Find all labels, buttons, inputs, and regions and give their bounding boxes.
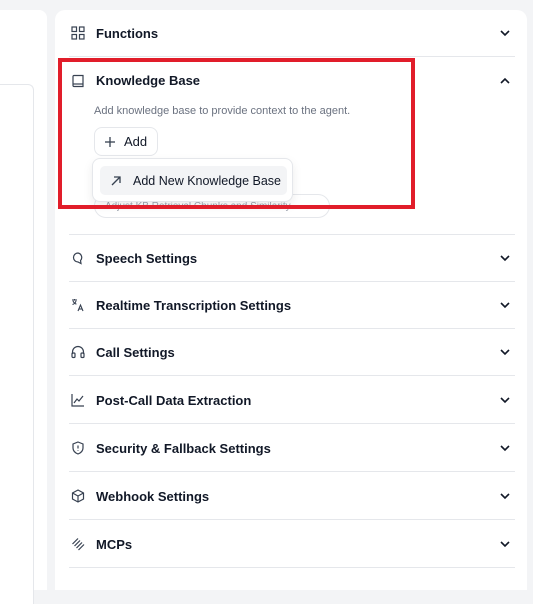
menu-item-label: Add New Knowledge Base	[133, 173, 282, 188]
section-post-call-data-extraction[interactable]: Post-Call Data Extraction	[69, 377, 515, 424]
translate-icon	[70, 297, 86, 313]
section-mcps[interactable]: MCPs	[69, 521, 515, 568]
section-label: Webhook Settings	[96, 488, 210, 504]
chevron-down-icon[interactable]	[497, 536, 513, 552]
section-label: Speech Settings	[96, 250, 198, 266]
section-speech-settings[interactable]: Speech Settings	[69, 235, 515, 282]
section-label: Realtime Transcription Settings	[96, 297, 292, 313]
chevron-up-icon[interactable]	[497, 73, 513, 89]
headphones-icon	[70, 344, 86, 360]
menu-item-add-new-knowledge-base[interactable]: Add New Knowledge Base	[100, 166, 287, 195]
grid-icon	[70, 25, 86, 41]
section-label: Functions	[96, 25, 159, 41]
section-label: Knowledge Base	[96, 73, 201, 88]
section-webhook-settings[interactable]: Webhook Settings	[69, 473, 515, 520]
book-icon	[70, 73, 86, 89]
mcp-icon	[70, 536, 86, 552]
section-label: Post-Call Data Extraction	[96, 392, 252, 408]
section-knowledge-base[interactable]: Knowledge Base	[69, 57, 515, 104]
chevron-down-icon[interactable]	[497, 488, 513, 504]
chevron-down-icon[interactable]	[497, 392, 513, 408]
chevron-down-icon[interactable]	[497, 25, 513, 41]
arrow-up-right-icon	[110, 175, 122, 187]
kb-retrieval-chip-label: Adjust KB Retrieval Chunks and Similarit…	[105, 201, 291, 212]
cube-icon	[70, 488, 86, 504]
shield-icon	[70, 440, 86, 456]
knowledge-base-description: Add knowledge base to provide context to…	[94, 105, 351, 117]
section-call-settings[interactable]: Call Settings	[69, 329, 515, 376]
section-label: MCPs	[96, 536, 133, 552]
left-panel	[0, 10, 47, 604]
chevron-down-icon[interactable]	[497, 344, 513, 360]
section-label: Security & Fallback Settings	[96, 440, 271, 456]
chevron-down-icon[interactable]	[497, 250, 513, 266]
add-dropdown-menu: Add New Knowledge Base	[92, 158, 293, 202]
add-button-label: Add	[124, 134, 148, 149]
speech-icon	[70, 250, 86, 266]
section-security-fallback-settings[interactable]: Security & Fallback Settings	[69, 425, 515, 472]
chevron-down-icon[interactable]	[497, 440, 513, 456]
chevron-down-icon[interactable]	[497, 297, 513, 313]
settings-panel: Functions Knowledge Base Add knowledge b…	[55, 10, 527, 590]
section-realtime-transcription-settings[interactable]: Realtime Transcription Settings	[69, 282, 515, 329]
add-knowledge-base-button[interactable]: Add	[94, 127, 158, 156]
section-label: Call Settings	[96, 344, 175, 360]
chart-line-icon	[70, 392, 86, 408]
section-functions[interactable]: Functions	[69, 10, 515, 57]
left-inner-card	[0, 84, 34, 604]
plus-icon	[104, 136, 116, 148]
